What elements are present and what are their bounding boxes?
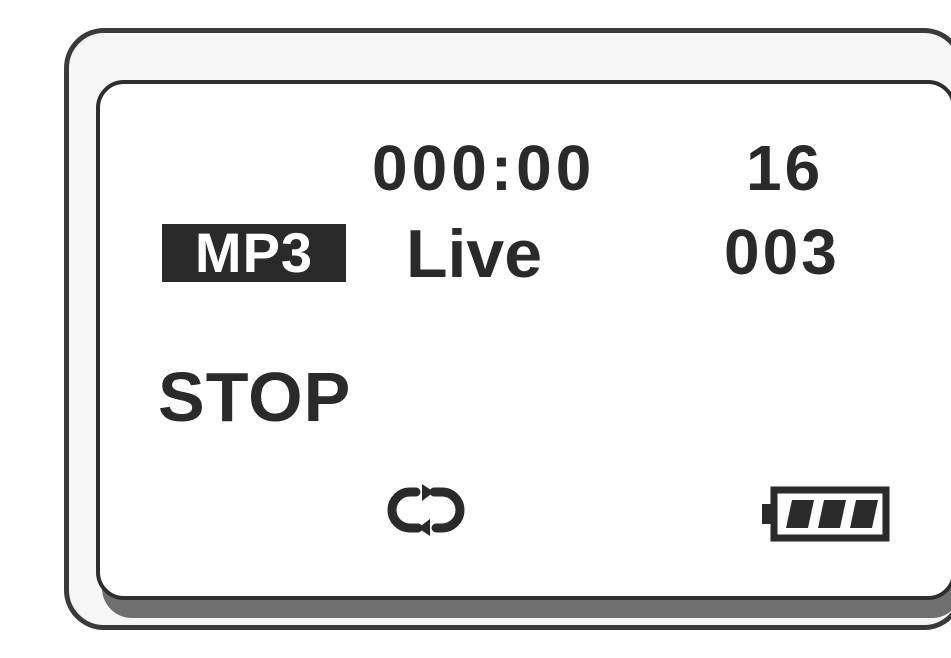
battery-segment bbox=[850, 500, 878, 528]
battery-segment bbox=[818, 500, 846, 528]
battery-segment bbox=[786, 500, 814, 528]
battery-full-icon bbox=[762, 486, 890, 542]
repeat-icon bbox=[387, 484, 465, 536]
playback-status: STOP bbox=[158, 358, 352, 436]
codec-label: MP3 bbox=[194, 221, 314, 284]
total-tracks: 16 bbox=[746, 132, 824, 204]
track-number: 003 bbox=[724, 216, 840, 288]
codec-badge: MP3 bbox=[162, 224, 346, 282]
elapsed-time: 000:00 bbox=[372, 132, 596, 204]
battery-bars bbox=[786, 500, 878, 528]
folder-name: Live bbox=[406, 216, 543, 292]
